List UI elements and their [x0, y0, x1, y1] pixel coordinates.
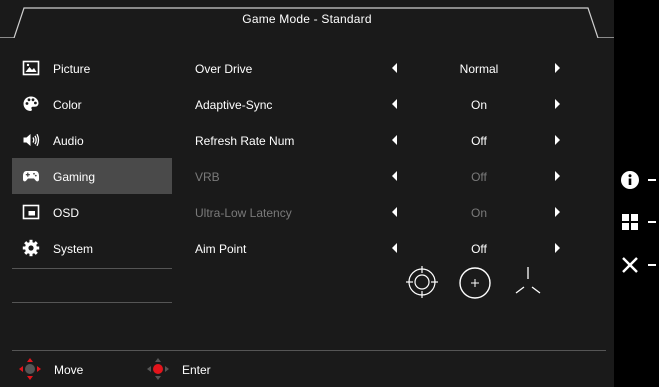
setting-row-aim-point[interactable]: Aim Point Off: [182, 230, 602, 266]
hotkey-dash: [648, 264, 656, 266]
setting-value: Off: [471, 170, 487, 184]
menu-grid-icon: [620, 212, 640, 237]
picture-icon: [22, 59, 40, 77]
sidebar-item-label: Audio: [53, 134, 84, 148]
setting-name: Ultra-Low Latency: [195, 206, 292, 220]
sidebar-item-label: Picture: [53, 62, 91, 76]
setting-row-adaptive-sync[interactable]: Adaptive-Sync On: [182, 86, 602, 122]
dpad-enter-icon: [146, 357, 170, 381]
hotkey-close[interactable]: [620, 255, 658, 275]
setting-name: Adaptive-Sync: [195, 98, 273, 112]
hint-enter-label: Enter: [182, 363, 211, 377]
setting-value: Off: [471, 134, 487, 148]
sidebar-item-system[interactable]: System: [12, 230, 172, 266]
arrow-left-icon[interactable]: [392, 243, 397, 253]
arrow-right-icon[interactable]: [555, 135, 560, 145]
osd-menu: Game Mode - Standard Picture Color Audio…: [0, 0, 614, 387]
footer-divider: [12, 350, 606, 351]
sidebar: Picture Color Audio Gaming OSD System: [12, 50, 172, 303]
sidebar-item-color[interactable]: Color: [12, 86, 172, 122]
sidebar-item-osd[interactable]: OSD: [12, 194, 172, 230]
arrow-left-icon[interactable]: [392, 99, 397, 109]
setting-row-ultra-low-latency: Ultra-Low Latency On: [182, 194, 602, 230]
title-bar: Game Mode - Standard: [0, 0, 614, 38]
setting-name: Over Drive: [195, 62, 253, 76]
speaker-icon: [22, 131, 40, 149]
arrow-right-icon[interactable]: [555, 99, 560, 109]
osd-icon: [22, 203, 40, 221]
crosshair-dot-icon[interactable]: [457, 265, 493, 306]
setting-row-vrb: VRB Off: [182, 158, 602, 194]
setting-name: Aim Point: [195, 242, 247, 256]
setting-row-over-drive[interactable]: Over Drive Normal: [182, 50, 602, 86]
hotkey-dash: [648, 179, 656, 181]
sidebar-item-label: Color: [53, 98, 82, 112]
arrow-left-icon[interactable]: [392, 135, 397, 145]
hotkey-panel: [614, 0, 659, 387]
sidebar-divider: [12, 302, 172, 303]
page-title: Game Mode - Standard: [242, 12, 372, 26]
gamepad-icon: [22, 167, 40, 185]
arrow-right-icon: [555, 207, 560, 217]
sidebar-item-label: Gaming: [53, 170, 96, 184]
setting-name: Refresh Rate Num: [195, 134, 295, 148]
gear-icon: [22, 239, 40, 257]
palette-icon: [22, 95, 40, 113]
hint-move-label: Move: [54, 363, 84, 377]
setting-name: VRB: [195, 170, 220, 184]
sidebar-item-picture[interactable]: Picture: [12, 50, 172, 86]
sidebar-item-audio[interactable]: Audio: [12, 122, 172, 158]
arrow-right-icon[interactable]: [555, 63, 560, 73]
setting-value: Off: [471, 242, 487, 256]
dpad-move-icon: [18, 357, 42, 381]
crosshair-tri-icon[interactable]: [513, 265, 543, 304]
arrow-right-icon[interactable]: [555, 243, 560, 253]
hotkey-menu[interactable]: [620, 212, 658, 232]
setting-row-refresh-rate-num[interactable]: Refresh Rate Num Off: [182, 122, 602, 158]
aim-point-options: [405, 265, 555, 305]
setting-value: On: [470, 206, 487, 220]
setting-value: Normal: [459, 62, 499, 76]
sidebar-item-label: System: [53, 242, 94, 256]
sidebar-divider: [12, 268, 172, 269]
hotkey-dash: [648, 221, 656, 223]
arrow-left-icon: [392, 207, 397, 217]
sidebar-item-label: OSD: [53, 206, 80, 220]
hotkey-info[interactable]: [620, 170, 658, 190]
setting-value: On: [470, 98, 487, 112]
arrow-left-icon: [392, 171, 397, 181]
arrow-right-icon: [555, 171, 560, 181]
arrow-left-icon[interactable]: [392, 63, 397, 73]
close-icon: [620, 255, 640, 280]
info-icon: [620, 170, 640, 195]
sidebar-item-gaming[interactable]: Gaming: [12, 158, 172, 194]
crosshair-circle-icon[interactable]: [405, 265, 439, 304]
